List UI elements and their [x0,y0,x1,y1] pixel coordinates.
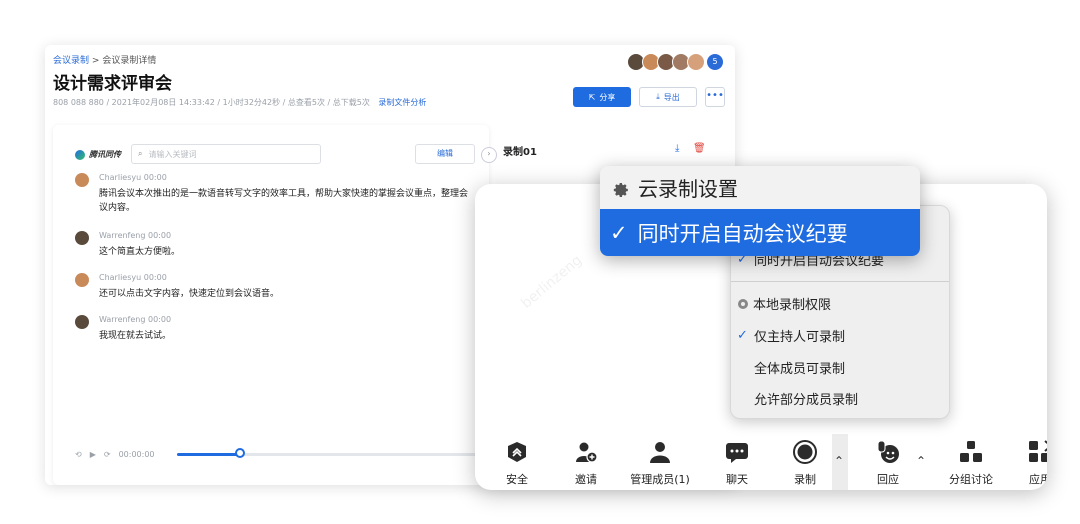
menu-item-label: 仅主持人可录制 [754,330,846,345]
avatar [687,53,705,71]
menu-header-local-recording: 本地录制权限 [737,294,831,313]
apps-icon [1029,440,1047,462]
zoomed-menu-callout: 云录制设置 ✓ 同时开启自动会议纪要 [600,166,920,256]
menu-item-label: 允许部分成员录制 [754,393,859,408]
tencent-transcribe-logo: 腾讯同传 [75,149,121,160]
members-icon [650,442,670,463]
toolbar-apps[interactable]: 应用 [1025,440,1047,487]
transcript-entry[interactable]: Warrenfeng 00:00 这个简直太方便啦。 [75,231,475,261]
toolbar-label: 安全 [506,473,528,486]
share-button[interactable]: ⇱ 分享 [573,87,631,107]
rewind-icon[interactable]: ⟲ [75,450,82,459]
transcript-panel: 腾讯同传 ⌕ 请输入关键词 编辑 Charliesyu 00:00 腾讯会议本次… [53,125,489,485]
toolbar-breakout[interactable]: 分组讨论 [947,440,995,487]
toolbar-label: 回应 [877,473,899,486]
avatar [75,315,89,329]
menu-item-label: 全体成员可录制 [754,362,846,377]
toolbar-label: 录制 [794,473,816,486]
collapse-button[interactable]: › [481,147,497,163]
toolbar-chat[interactable]: 聊天 [722,440,752,487]
download-icon[interactable]: ⤓ [675,143,679,154]
share-icon: ⇱ [588,92,596,102]
record-icon [793,440,817,464]
progress-fill [177,453,239,456]
toolbar-label: 应用 [1029,473,1047,486]
shield-icon [508,442,526,462]
chevron-up-icon[interactable]: ⌃ [916,454,926,468]
download-icon: ⤓ [656,92,660,101]
transcript-entry[interactable]: Charliesyu 00:00 腾讯会议本次推出的是一款语音转写文字的效率工具… [75,173,475,217]
check-icon: ✓ [610,220,628,245]
page-title: 设计需求评审会 [53,74,172,94]
toolbar-label: 管理成员(1) [630,473,690,486]
check-icon: ✓ [737,328,748,343]
delete-icon[interactable]: 🗑 [693,143,706,154]
toolbar-invite[interactable]: 邀请 [568,440,604,487]
chevron-up-icon[interactable]: ⌃ [834,454,844,468]
menu-item-all-members[interactable]: 全体成员可录制 [737,358,845,377]
transcript-text: 我现在就去试试。 [99,331,172,341]
playback-time: 00:00:00 [118,449,155,459]
toolbar-security[interactable]: 安全 [502,440,532,487]
speaker-time: Warrenfeng 00:00 [99,231,172,240]
search-placeholder: 请输入关键词 [148,149,197,159]
avatar [75,231,89,245]
logo-text: 腾讯同传 [89,150,121,159]
transcript-text: 这个简直太方便啦。 [99,247,181,257]
share-label: 分享 [599,92,616,102]
more-button[interactable]: ••• [705,87,725,107]
breadcrumb-link-recordings[interactable]: 会议录制 [53,56,89,66]
speaker-time: Charliesyu 00:00 [99,273,167,282]
breadcrumb-separator: > [91,56,100,66]
avatar [75,273,89,287]
breadcrumb-current: 会议录制详情 [102,56,157,66]
transcript-entry[interactable]: Charliesyu 00:00 还可以点击文字内容，快速定位到会议语音。 [75,273,475,303]
selected-item-label: 同时开启自动会议纪要 [637,221,848,246]
breadcrumb: 会议录制 > 会议录制详情 [53,53,156,66]
recording-analysis-link[interactable]: 录制文件分析 [378,98,426,107]
invite-user-icon [576,442,598,463]
avatar [75,173,89,187]
transcript-text: 还可以点击文字内容，快速定位到会议语音。 [99,289,280,299]
meeting-meta: 808 088 880 / 2021年02月08日 14:33:42 / 1小时… [53,97,426,108]
participant-avatars[interactable]: 5 [627,53,723,71]
participant-count-badge: 5 [707,54,723,70]
transcript-entry[interactable]: Warrenfeng 00:00 我现在就去试试。 [75,315,475,345]
watermark: berlinzeng [518,252,586,312]
toolbar-record[interactable]: 录制 [790,440,820,487]
meeting-meta-text: 808 088 880 / 2021年02月08日 14:33:42 / 1小时… [53,98,370,107]
cloud-record-settings-header[interactable]: 云录制设置 [600,166,920,209]
progress-handle[interactable] [235,448,245,458]
menu-item-allow-some[interactable]: 允许部分成员录制 [737,389,858,408]
toolbar-label: 聊天 [726,473,748,486]
menu-header-label: 本地录制权限 [753,298,832,313]
settings-header-label: 云录制设置 [638,177,738,201]
transcript-text: 腾讯会议本次推出的是一款语音转写文字的效率工具，帮助大家快速的掌握会议重点，整理… [99,189,469,213]
breakout-icon [960,441,982,462]
export-button[interactable]: ⤓ 导出 [639,87,697,107]
toolbar-label: 分组讨论 [949,473,993,486]
toolbar-manage-members[interactable]: 管理成员(1) [625,440,695,487]
local-record-icon [738,298,748,309]
chat-icon [726,443,748,463]
speaker-time: Warrenfeng 00:00 [99,315,172,324]
recording-file-name[interactable]: 录制01 [503,143,537,158]
meeting-toolbar: 安全 邀请 管理成员(1) 聊天 录制 ⌃ 回应 ⌃ 分组讨论 应用 [475,434,1047,490]
menu-divider [731,281,949,282]
transcript-search-input[interactable]: ⌕ 请输入关键词 [131,144,321,164]
forward-icon[interactable]: ⟳ [104,450,111,459]
zoomed-selected-item[interactable]: ✓ 同时开启自动会议纪要 [600,209,920,256]
edit-button[interactable]: 编辑 [415,144,475,164]
logo-icon [75,149,85,160]
gear-icon [613,182,628,197]
toolbar-reaction[interactable]: 回应 [873,440,903,487]
speaker-time: Charliesyu 00:00 [99,173,167,182]
reaction-icon [877,440,899,463]
export-label: 导出 [663,92,680,102]
search-icon: ⌕ [138,149,143,158]
menu-item-host-only[interactable]: ✓ 仅主持人可录制 [737,326,845,345]
toolbar-label: 邀请 [575,473,597,486]
play-icon[interactable]: ▶ [90,450,96,459]
